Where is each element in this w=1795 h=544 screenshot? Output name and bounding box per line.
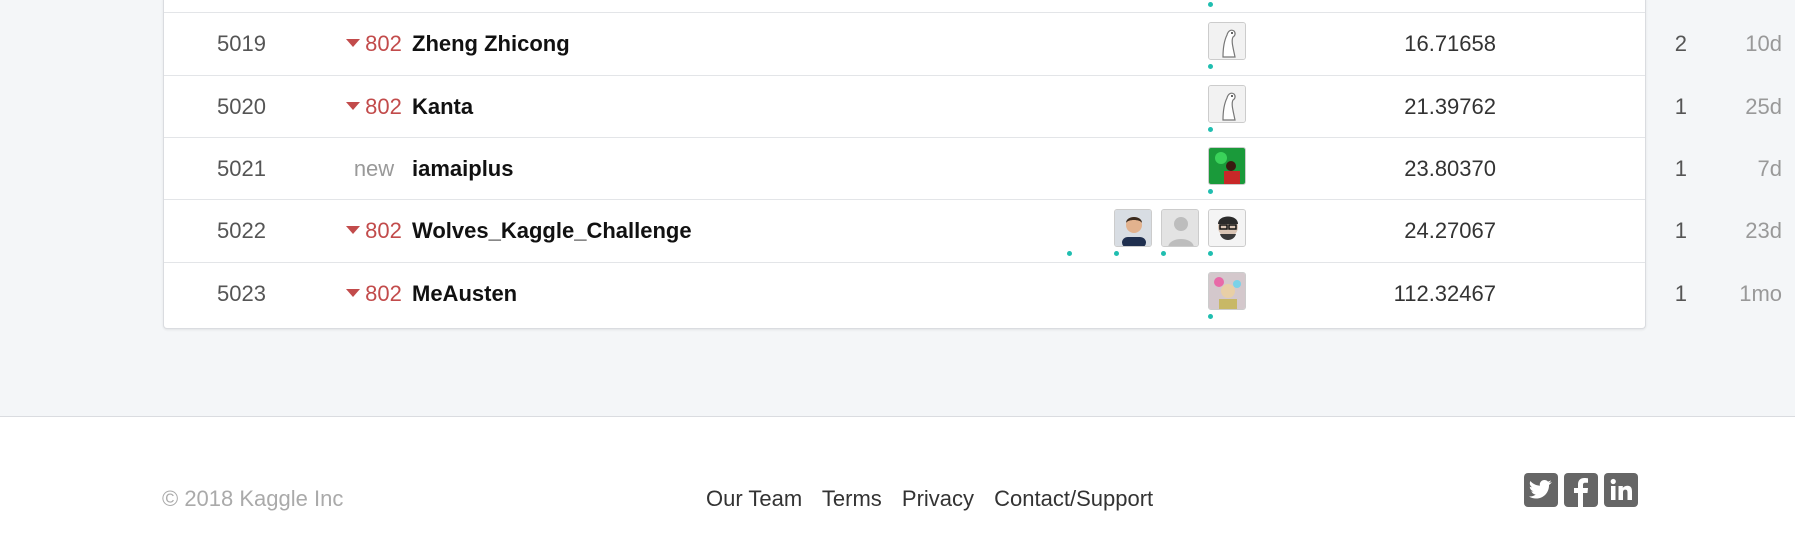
footer-link-contact-support[interactable]: Contact/Support (994, 486, 1153, 511)
table-row[interactable]: 5019 802 Zheng Zhicong 16.71658 2 10d (164, 12, 1782, 75)
status-dot (1208, 251, 1213, 256)
rank: 5023 (217, 281, 266, 306)
team-name[interactable]: iamaiplus (412, 138, 513, 200)
down-arrow-icon (346, 102, 361, 111)
goose-avatar-icon[interactable] (1208, 22, 1246, 60)
status-dot (1208, 127, 1213, 132)
status-dot (1161, 251, 1166, 256)
linkedin-icon[interactable] (1604, 473, 1638, 507)
score: 24.27067 (1404, 218, 1496, 243)
team-name[interactable]: Kanta (412, 76, 473, 138)
last-submission: 7d (1757, 156, 1782, 181)
status-dot (1208, 314, 1213, 319)
user-avatar-icon[interactable] (1208, 147, 1246, 185)
footer-link-terms[interactable]: Terms (822, 486, 882, 511)
entries: 1 (1674, 281, 1687, 306)
user-avatar-icon[interactable] (1208, 272, 1246, 310)
team-name[interactable]: Wolves_Kaggle_Challenge (412, 200, 692, 262)
team-name[interactable]: MeAusten (412, 263, 517, 325)
status-dot (1067, 251, 1072, 256)
table-row[interactable]: 5020 802 Kanta 21.39762 1 25d (164, 75, 1782, 138)
table-row[interactable]: 5021 new iamaiplus 23.80370 1 7d (164, 137, 1782, 200)
last-submission: 25d (1745, 94, 1782, 119)
copyright-text: © 2018 Kaggle Inc (162, 486, 344, 511)
user-avatar-icon[interactable] (1208, 209, 1246, 247)
entries: 1 (1674, 94, 1687, 119)
down-arrow-icon (346, 39, 361, 48)
last-submission: 10d (1745, 31, 1782, 56)
rank: 5019 (217, 31, 266, 56)
status-dot (1114, 251, 1119, 256)
footer-link-privacy[interactable]: Privacy (902, 486, 974, 511)
last-submission: 23d (1745, 218, 1782, 243)
last-submission: 1mo (1739, 281, 1782, 306)
twitter-icon[interactable] (1524, 473, 1558, 507)
table-row[interactable]: 5023 802 MeAusten 112.32467 1 1mo (164, 262, 1782, 325)
user-avatar-icon[interactable] (1114, 209, 1152, 247)
leaderboard-table: 5019 802 Zheng Zhicong 16.71658 2 10d 50… (163, 0, 1782, 329)
footer-links: Our Team Terms Privacy Contact/Support (706, 488, 1167, 510)
status-dot (1208, 64, 1213, 69)
team-name[interactable]: Zheng Zhicong (412, 13, 570, 75)
score: 16.71658 (1404, 31, 1496, 56)
down-arrow-icon (346, 226, 361, 235)
table-row[interactable]: 5022 802 Wolves_Kaggle_Challenge 24.2706… (164, 199, 1782, 262)
entries: 1 (1674, 218, 1687, 243)
entries: 2 (1674, 31, 1687, 56)
goose-avatar-icon[interactable] (1208, 85, 1246, 123)
status-dot (1208, 2, 1213, 7)
status-dot (1208, 189, 1213, 194)
rank: 5022 (217, 218, 266, 243)
entries: 1 (1674, 156, 1687, 181)
down-arrow-icon (346, 289, 361, 298)
default-avatar-icon[interactable] (1161, 209, 1199, 247)
score: 112.32467 (1393, 281, 1496, 306)
rank: 5021 (217, 156, 266, 181)
score: 21.39762 (1404, 94, 1496, 119)
footer-link-our-team[interactable]: Our Team (706, 486, 802, 511)
facebook-icon[interactable] (1564, 473, 1598, 507)
score: 23.80370 (1404, 156, 1496, 181)
rank: 5020 (217, 94, 266, 119)
